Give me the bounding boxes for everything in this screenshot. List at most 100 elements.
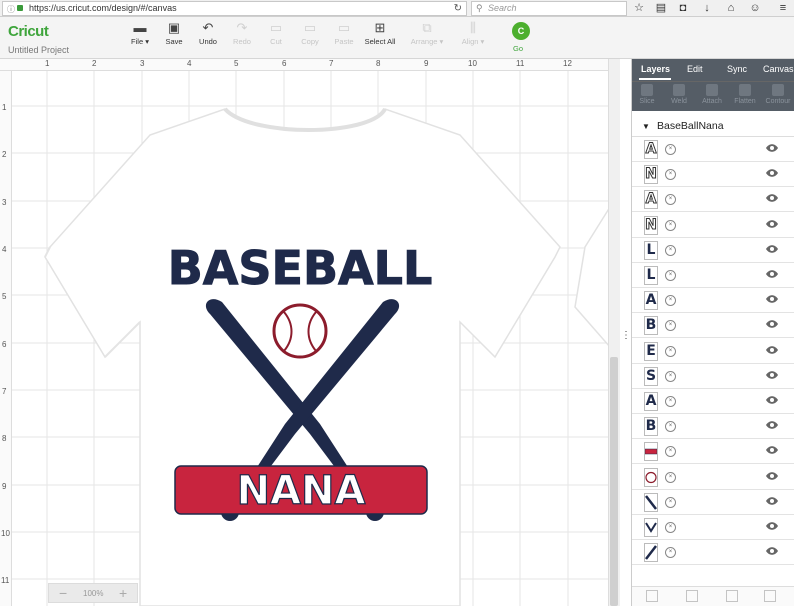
duplicate-icon[interactable]	[764, 590, 776, 602]
project-name[interactable]: Untitled Project	[8, 45, 69, 55]
visibility-eye-icon[interactable]	[765, 294, 779, 304]
visibility-eye-icon[interactable]	[765, 168, 779, 178]
layer-row[interactable]: ×	[632, 515, 794, 540]
url-bar[interactable]: ⓘ https://us.cricut.com/design/#/canvas …	[2, 1, 467, 16]
reading-list-icon[interactable]: ▤	[654, 1, 668, 15]
flatten-button[interactable]: Flatten	[730, 84, 760, 105]
layer-group[interactable]: ▼ BaseBallNana	[632, 115, 794, 137]
hide-contour-icon[interactable]: ×	[665, 522, 676, 533]
hide-contour-icon[interactable]: ×	[665, 219, 676, 231]
tab-edit[interactable]: Edit	[687, 64, 703, 74]
paste-button[interactable]: ▭ Paste	[327, 19, 361, 46]
file-button[interactable]: ▬ File ▾	[123, 19, 157, 46]
baseball-graphic[interactable]	[272, 303, 328, 359]
layer-row[interactable]: L ×	[632, 263, 794, 288]
visibility-eye-icon[interactable]	[765, 244, 779, 254]
search-input[interactable]: ⚲ Search	[471, 1, 627, 16]
layer-row[interactable]: N ×	[632, 213, 794, 238]
visibility-eye-icon[interactable]	[765, 420, 779, 430]
ungroup-icon[interactable]	[686, 590, 698, 602]
baseball-title[interactable]: BASEBALL	[170, 244, 433, 296]
hide-contour-icon[interactable]: ×	[665, 471, 676, 483]
pocket-icon[interactable]: ◘	[676, 1, 690, 15]
hide-contour-icon[interactable]: ×	[665, 370, 676, 382]
reload-icon[interactable]: ↻	[454, 2, 462, 15]
layer-row[interactable]: ×	[632, 465, 794, 490]
hide-contour-icon[interactable]: ×	[665, 547, 676, 559]
redo-button[interactable]: ↷ Redo	[225, 19, 259, 46]
hide-contour-icon[interactable]: ×	[665, 194, 676, 206]
bookmark-star-icon[interactable]: ☆	[632, 1, 646, 15]
design-canvas[interactable]: BASEBALL NANA 1 2 3 4 5 6 7 8 9 10 11 12…	[0, 59, 620, 606]
panel-resize-handle-icon[interactable]: ⋮	[621, 330, 631, 350]
layer-row[interactable]: A ×	[632, 137, 794, 162]
layer-row[interactable]: L ×	[632, 238, 794, 263]
visibility-eye-icon[interactable]	[765, 269, 779, 279]
undo-button[interactable]: ↶ Undo	[191, 19, 225, 46]
hide-contour-icon[interactable]: ×	[665, 270, 676, 281]
visibility-eye-icon[interactable]	[765, 143, 779, 153]
select-all-button[interactable]: ⊞ Select All	[362, 19, 398, 46]
visibility-eye-icon[interactable]	[765, 546, 779, 556]
save-button[interactable]: ▣ Save	[157, 19, 191, 46]
home-icon[interactable]: ⌂	[724, 1, 738, 15]
layer-row[interactable]: ×	[632, 490, 794, 515]
visibility-eye-icon[interactable]	[765, 496, 779, 506]
hide-contour-icon[interactable]: ×	[665, 396, 676, 407]
hide-contour-icon[interactable]: ×	[665, 320, 676, 332]
cut-button[interactable]: ▭ Cut	[259, 19, 293, 46]
visibility-eye-icon[interactable]	[765, 445, 779, 455]
hide-contour-icon[interactable]: ×	[665, 446, 676, 458]
visibility-eye-icon[interactable]	[765, 345, 779, 355]
collapse-triangle-icon[interactable]: ▼	[642, 122, 650, 131]
delete-icon[interactable]	[726, 590, 738, 602]
contour-button[interactable]: Contour	[763, 84, 793, 105]
download-icon[interactable]: ↓	[700, 1, 714, 15]
hide-contour-icon[interactable]: ×	[665, 496, 676, 508]
visibility-eye-icon[interactable]	[765, 521, 779, 531]
align-button[interactable]: ⫼ Align ▾	[455, 19, 491, 46]
zoom-out-button[interactable]: −	[59, 585, 67, 601]
layer-row[interactable]: B ×	[632, 313, 794, 339]
visibility-eye-icon[interactable]	[765, 471, 779, 481]
group-icon[interactable]	[646, 590, 658, 602]
menu-icon[interactable]: ≡	[776, 1, 790, 15]
layer-row[interactable]: A ×	[632, 389, 794, 414]
vertical-scrollbar-thumb[interactable]	[610, 357, 618, 606]
hide-contour-icon[interactable]: ×	[665, 421, 676, 433]
visibility-eye-icon[interactable]	[765, 370, 779, 380]
cricut-logo[interactable]: Cricut	[8, 23, 49, 40]
zoom-in-button[interactable]: +	[119, 585, 127, 601]
hide-contour-icon[interactable]: ×	[665, 295, 676, 307]
tab-sync[interactable]: Sync	[727, 64, 747, 74]
tab-canvas[interactable]: Canvas	[763, 64, 794, 74]
hide-contour-icon[interactable]: ×	[665, 169, 676, 181]
layer-row[interactable]: N ×	[632, 162, 794, 188]
layer-glyph: A	[645, 141, 657, 158]
hide-contour-icon[interactable]: ×	[665, 144, 676, 155]
go-button[interactable]: C	[512, 22, 530, 40]
layer-row[interactable]: ×	[632, 540, 794, 566]
nana-text[interactable]: NANA	[236, 467, 366, 514]
hide-contour-icon[interactable]: ×	[665, 345, 676, 357]
hide-contour-icon[interactable]: ×	[665, 244, 676, 256]
visibility-eye-icon[interactable]	[765, 319, 779, 329]
arrange-button[interactable]: ⧉ Arrange ▾	[405, 19, 449, 46]
tab-layers[interactable]: Layers	[641, 64, 670, 74]
layer-row[interactable]: B ×	[632, 414, 794, 440]
visibility-eye-icon[interactable]	[765, 219, 779, 229]
copy-button[interactable]: ▭ Copy	[293, 19, 327, 46]
layer-row[interactable]: A ×	[632, 288, 794, 314]
layer-row[interactable]: E ×	[632, 339, 794, 364]
layer-row[interactable]: ×	[632, 439, 794, 465]
weld-button[interactable]: Weld	[664, 84, 694, 105]
layer-row[interactable]: S ×	[632, 364, 794, 389]
attach-button[interactable]: Attach	[697, 84, 727, 105]
info-icon[interactable]: ⓘ	[7, 3, 15, 16]
slice-button[interactable]: Slice	[632, 84, 662, 105]
chat-icon[interactable]: ☺	[748, 1, 762, 15]
visibility-eye-icon[interactable]	[765, 395, 779, 405]
design-artwork[interactable]: BASEBALL NANA	[170, 244, 440, 534]
visibility-eye-icon[interactable]	[765, 193, 779, 203]
layer-row[interactable]: A ×	[632, 187, 794, 213]
